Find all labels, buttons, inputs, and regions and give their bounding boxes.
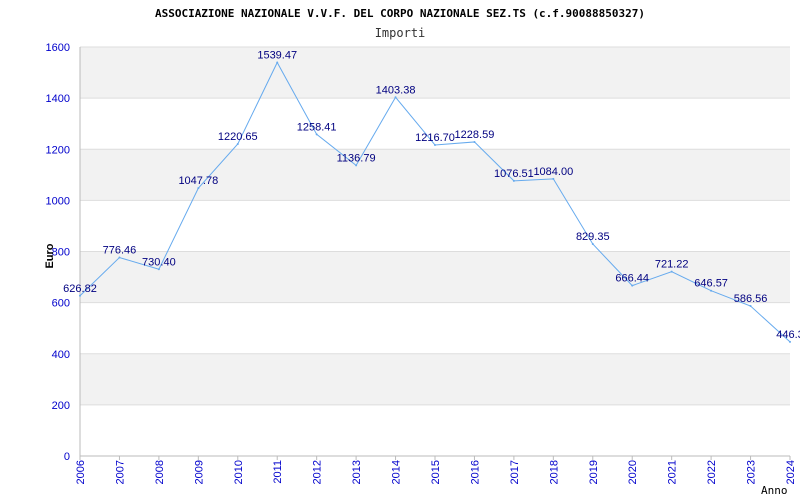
data-point [552,177,555,180]
data-point [591,242,594,245]
x-tick-label: 2018 [548,460,560,484]
chart-title: ASSOCIAZIONE NAZIONALE V.V.F. DEL CORPO … [155,7,645,20]
data-point [355,164,358,167]
data-point [710,289,713,292]
x-tick-label: 2021 [667,460,679,484]
data-point [670,270,673,273]
data-point [473,140,476,143]
x-tick-label: 2010 [233,460,245,484]
data-label: 1539.47 [257,49,297,61]
x-tick-label: 2011 [272,460,284,484]
chart-subtitle: Importi [375,26,426,40]
x-tick-labels: 2006 2007 2008 2009 2010 2011 2012 2013 2014 2015… [75,456,797,484]
y-tick-label: 600 [52,298,70,310]
data-label: 666.44 [615,273,649,285]
data-label: 776.46 [103,245,137,257]
y-tick-label: 200 [52,400,70,412]
data-label: 1136.79 [337,152,376,164]
x-tick-label: 2006 [75,460,87,484]
data-label: 626.82 [63,283,97,295]
x-tick-label: 2014 [391,460,403,484]
y-tick-label: 1600 [46,42,70,54]
data-point [512,179,515,182]
data-point [749,305,752,308]
data-point [631,284,634,287]
x-tick-label: 2012 [312,460,324,484]
plot-band [80,404,790,456]
plot-band [80,47,790,99]
data-point [197,187,200,190]
data-label: 829.35 [576,231,610,243]
data-label: 1403.38 [376,84,416,96]
data-label: 446.3 [776,329,800,341]
x-tick-label: 2007 [114,460,126,484]
line-chart: ASSOCIAZIONE NAZIONALE V.V.F. DEL CORPO … [44,7,800,497]
data-label: 1076.51 [494,168,534,180]
x-tick-label: 2020 [627,460,639,484]
data-label: 1047.78 [178,175,218,187]
data-point [394,96,397,99]
data-point [79,294,81,297]
y-tick-label: 0 [64,451,70,463]
data-point [157,268,160,271]
plot-band [80,353,790,405]
data-label: 1228.59 [455,129,495,141]
x-tick-label: 2024 [785,460,797,484]
x-tick-label: 2015 [430,460,442,484]
data-point [434,143,436,146]
data-label: 1084.00 [533,166,573,178]
x-tick-label: 2009 [193,460,205,484]
y-axis-label: Euro [44,243,56,268]
data-label: 721.22 [655,259,689,271]
y-tick-label: 1000 [46,195,70,207]
data-label: 646.57 [694,278,728,290]
x-axis-label: Anno [761,484,788,497]
x-tick-label: 2019 [588,460,600,484]
x-tick-label: 2023 [746,460,758,484]
x-tick-label: 2016 [469,460,481,484]
data-label: 1216.70 [415,132,455,144]
y-tick-label: 1400 [46,93,70,105]
x-tick-label: 2013 [351,460,363,484]
data-label: 730.40 [142,256,176,268]
data-point [118,256,121,259]
y-tick-label: 400 [52,349,70,361]
x-tick-label: 2022 [706,460,718,484]
data-label: 1220.65 [218,131,258,143]
data-point [315,133,318,136]
data-point [276,61,279,64]
data-point [236,142,239,145]
x-tick-label: 2017 [509,460,521,484]
plot-band [80,302,790,354]
y-tick-label: 1200 [46,144,70,156]
plot-band [80,200,790,252]
data-label: 1258.41 [297,121,337,133]
x-tick-label: 2008 [154,460,166,484]
data-point [789,340,791,343]
data-label: 586.56 [734,293,768,305]
